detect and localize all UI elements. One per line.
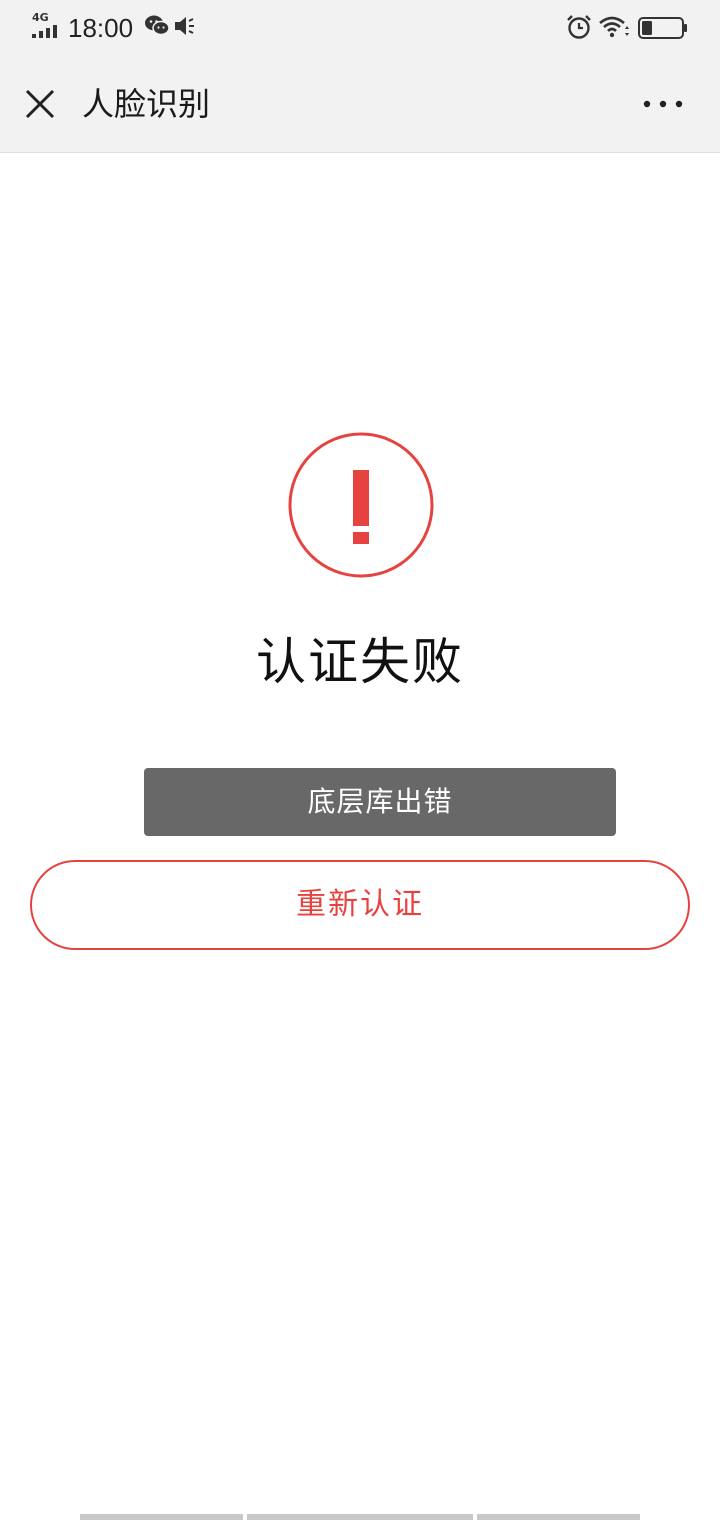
wifi-icon <box>599 16 629 38</box>
page-title: 人脸识别 <box>82 85 211 123</box>
wechat-icon <box>145 15 170 36</box>
cellular-signal-icon: 4G <box>32 12 62 40</box>
battery-icon <box>638 17 687 39</box>
retry-button[interactable]: 重新认证 <box>30 860 690 950</box>
status-bar: 4G 18:00 <box>0 0 720 56</box>
result-title: 认证失败 <box>256 633 464 691</box>
status-time: 18:00 <box>68 13 134 43</box>
home-indicator <box>80 1514 640 1520</box>
close-icon[interactable] <box>22 86 58 122</box>
more-icon[interactable] <box>640 90 686 118</box>
speaker-icon <box>175 17 194 35</box>
exclamation-circle-icon <box>288 432 434 578</box>
nav-bar: 人脸识别 <box>0 56 720 153</box>
alarm-icon <box>567 15 591 39</box>
network-type-label: 4G <box>32 11 49 24</box>
error-message: 底层库出错 <box>144 768 616 836</box>
